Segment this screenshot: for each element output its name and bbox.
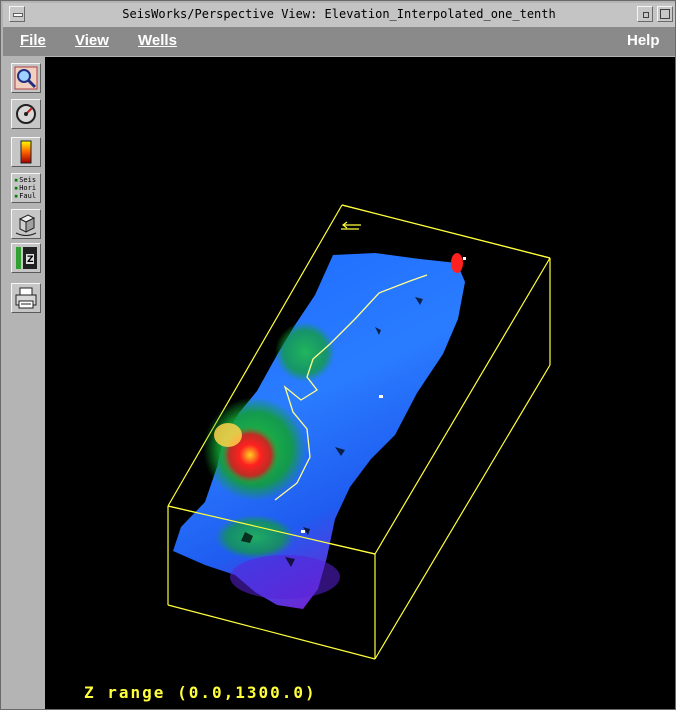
orientation-marker-icon	[341, 221, 361, 230]
tool-palette: Seis Hori Faul Z	[3, 57, 45, 709]
print-tool-button[interactable]	[11, 283, 41, 313]
perspective-scene[interactable]	[45, 57, 675, 709]
zoom-tool-button[interactable]	[11, 63, 41, 93]
elevation-surface	[173, 253, 466, 609]
z-scale-label: Z	[27, 255, 34, 265]
maximize-button[interactable]	[657, 6, 673, 22]
z-scale-tool-button[interactable]: Z	[11, 243, 41, 273]
z-scale-icon: Z	[16, 247, 37, 269]
color-scale-tool-button[interactable]	[11, 137, 41, 167]
menu-bar: File View Wells Help	[3, 28, 675, 56]
menu-file[interactable]: File	[20, 32, 46, 49]
layers-tool-button[interactable]: Seis Hori Faul	[11, 173, 41, 203]
perspective-view-window: SeisWorks/Perspective View: Elevation_In…	[0, 0, 676, 710]
minimize-button[interactable]	[637, 6, 653, 22]
menu-file-label: File	[20, 32, 46, 49]
layers-seis-hori-faul-icon: Seis Hori Faul	[14, 176, 40, 200]
layer-faul-label: Faul	[14, 192, 40, 200]
layer-hori-label: Hori	[14, 184, 40, 192]
perspective-3d-view[interactable]: Z range (0.0,1300.0)	[45, 57, 675, 709]
layer-seis-label: Seis	[14, 176, 40, 184]
cube-view-icon	[15, 214, 37, 236]
color-scale-icon	[20, 140, 32, 164]
menu-help-label: Help	[627, 32, 660, 49]
menu-wells-label: Wells	[138, 32, 177, 49]
rotate-tool-button[interactable]	[11, 99, 41, 129]
menu-help[interactable]: Help	[627, 32, 660, 49]
rotate-gauge-icon	[16, 104, 36, 124]
z-range-label: Z range (0.0,1300.0)	[84, 683, 317, 702]
menu-wells[interactable]: Wells	[138, 32, 177, 49]
menu-view[interactable]: View	[75, 32, 109, 49]
printer-icon	[15, 287, 37, 309]
zoom-magnifier-icon	[14, 66, 38, 90]
window-title: SeisWorks/Perspective View: Elevation_In…	[122, 7, 556, 21]
title-bar[interactable]: SeisWorks/Perspective View: Elevation_In…	[3, 3, 675, 28]
menu-view-label: View	[75, 32, 109, 49]
cube-view-tool-button[interactable]	[11, 209, 41, 239]
